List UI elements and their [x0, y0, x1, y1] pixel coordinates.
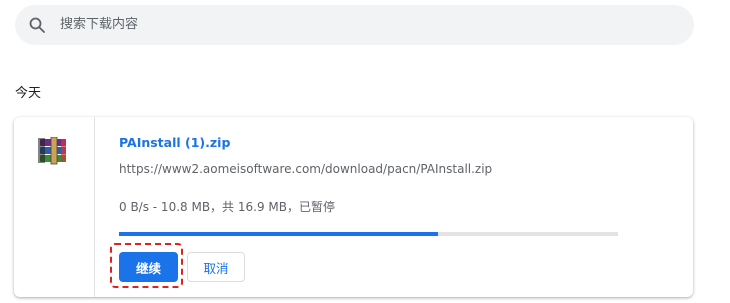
search-input[interactable]: 搜索下载内容	[60, 5, 138, 45]
date-group-label: 今天	[15, 86, 42, 101]
download-card: PAInstall (1).zip https://www2.aomeisoft…	[14, 117, 693, 297]
winrar-archive-icon	[37, 136, 71, 165]
progress-fill	[119, 232, 439, 236]
cancel-button[interactable]: 取消	[187, 252, 245, 282]
card-divider	[94, 117, 95, 297]
resume-button[interactable]: 继续	[119, 252, 178, 282]
file-url: https://www2.aomeisoftware.com/download/…	[119, 162, 493, 176]
search-bar[interactable]: 搜索下载内容	[15, 5, 694, 45]
search-icon	[28, 16, 46, 34]
progress-bar	[119, 232, 618, 236]
download-status: 0 B/s - 10.8 MB，共 16.9 MB，已暂停	[119, 200, 335, 214]
file-name-link[interactable]: PAInstall (1).zip	[119, 135, 230, 150]
